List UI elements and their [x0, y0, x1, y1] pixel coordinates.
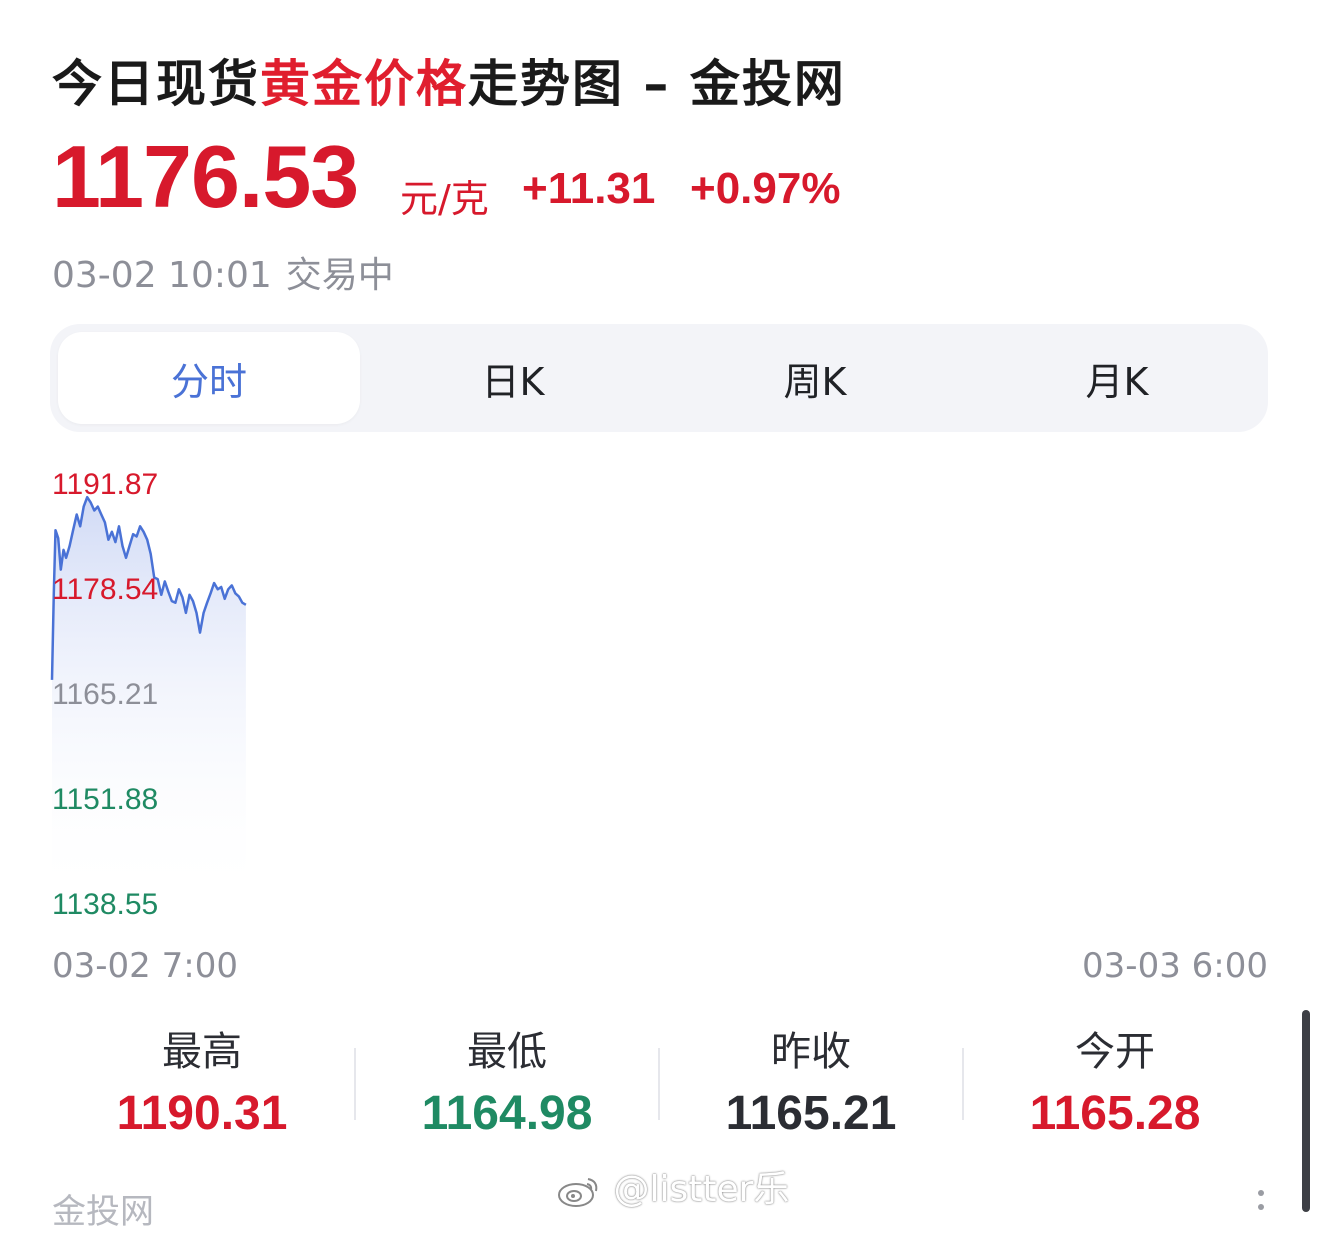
- stat-high: 最高 1190.31: [50, 1024, 354, 1141]
- title-prefix: 今日现货: [52, 55, 260, 113]
- watermark-text: @listter乐: [613, 1169, 790, 1210]
- watermark: @listter乐: [556, 1160, 789, 1212]
- source-label[interactable]: 金投网: [52, 1184, 154, 1233]
- stat-label: 今开: [1075, 1029, 1155, 1075]
- stat-label: 最高: [162, 1029, 242, 1075]
- y-tick-label: 1151.88: [52, 783, 158, 816]
- tab-monthly-k[interactable]: 月K: [966, 332, 1268, 424]
- y-tick-label: 1178.54: [52, 573, 158, 606]
- price-unit: 元/克: [400, 177, 489, 221]
- price-change: +11.31: [522, 164, 656, 213]
- x-axis-end-label: 03-03 6:00: [1082, 946, 1268, 986]
- y-tick-label: 1138.55: [52, 888, 158, 921]
- stat-value: 1190.31: [116, 1087, 288, 1140]
- stat-today-open: 今开 1165.28: [963, 1024, 1267, 1141]
- stat-prev-close: 昨收 1165.21: [659, 1024, 963, 1141]
- trading-status: 交易中: [285, 255, 394, 296]
- price-change-percent: +0.97%: [690, 164, 841, 213]
- stat-low: 最低 1164.98: [355, 1024, 659, 1141]
- trade-status: 03-02 10:01 交易中: [52, 246, 394, 298]
- stat-value: 1164.98: [421, 1087, 593, 1140]
- chart-period-tabs: 分时 日K 周K 月K: [50, 324, 1268, 432]
- scrollbar[interactable]: [1302, 1010, 1310, 1212]
- tab-weekly-k[interactable]: 周K: [664, 332, 966, 424]
- y-tick-label: 1165.21: [52, 678, 158, 711]
- stat-value: 1165.28: [1029, 1087, 1201, 1140]
- title-highlight: 黄金价格: [260, 55, 468, 113]
- y-tick-label: 1191.87: [52, 468, 158, 501]
- title-suffix: 走势图 – 金投网: [468, 55, 846, 113]
- price-stats: 最高 1190.31 最低 1164.98 昨收 1165.21 今开 1165…: [50, 1024, 1268, 1154]
- stat-value: 1165.21: [725, 1087, 897, 1140]
- x-axis-start-label: 03-02 7:00: [52, 946, 238, 986]
- weibo-icon: [558, 1178, 598, 1207]
- current-price: 1176.53: [52, 127, 359, 226]
- intraday-chart: 1191.87 1178.54 1165.21 1151.88 1138.55: [50, 468, 247, 921]
- stat-label: 最低: [467, 1029, 547, 1075]
- page-title: 今日现货黄金价格走势图 – 金投网: [52, 44, 846, 116]
- stat-label: 昨收: [771, 1029, 851, 1075]
- tab-intraday[interactable]: 分时: [58, 332, 360, 424]
- tab-daily-k[interactable]: 日K: [362, 332, 664, 424]
- quote-datetime: 03-02 10:01: [52, 255, 272, 296]
- more-dots-icon[interactable]: [1258, 1190, 1264, 1218]
